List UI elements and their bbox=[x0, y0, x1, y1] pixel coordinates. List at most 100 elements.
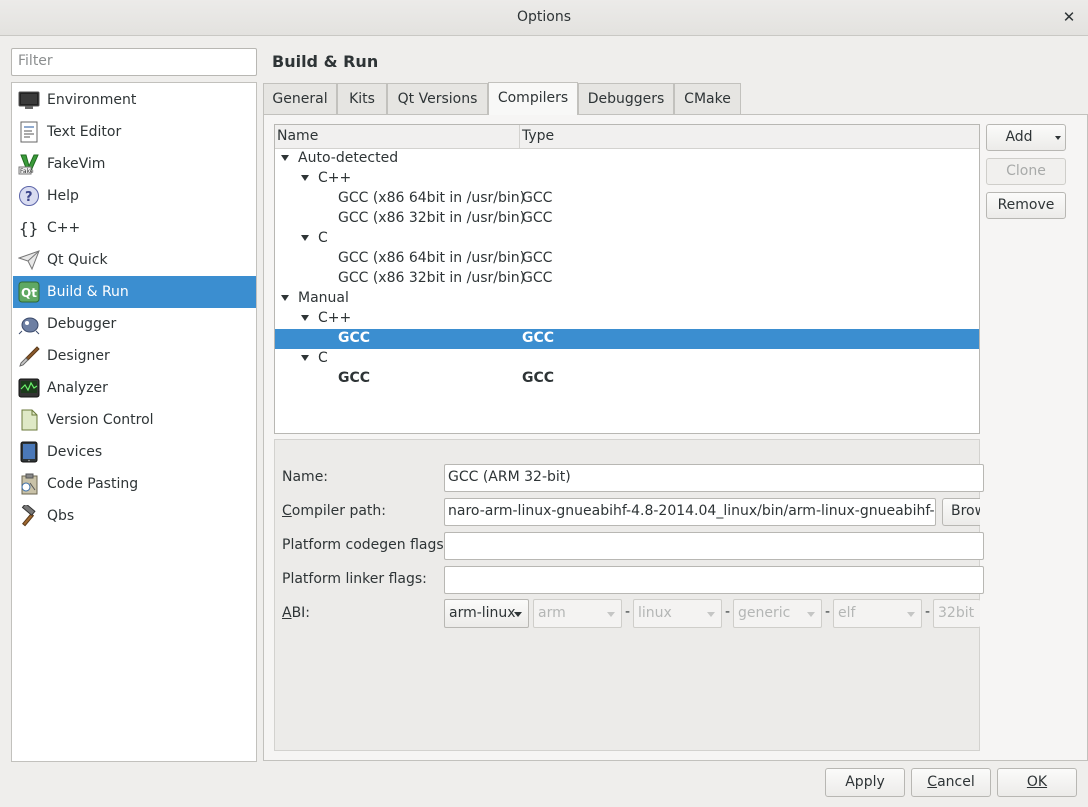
hammer-icon bbox=[18, 502, 40, 527]
sidebar-item-version-control[interactable]: Version Control bbox=[13, 404, 256, 436]
sidebar-item-analyzer[interactable]: Analyzer bbox=[13, 372, 256, 404]
tree-row[interactable]: GCC (x86 32bit in /usr/bin) GCC bbox=[275, 269, 979, 289]
clone-button[interactable]: Clone bbox=[986, 158, 1066, 185]
paper-plane-icon bbox=[17, 249, 40, 271]
tree-group-row[interactable]: C++ bbox=[275, 309, 979, 329]
tree-group-row[interactable]: C bbox=[275, 229, 979, 249]
tree-group-row[interactable]: Auto-detected bbox=[275, 149, 979, 169]
help-icon: ? bbox=[18, 185, 40, 207]
abi-separator: - bbox=[925, 604, 931, 620]
expand-arrow-icon[interactable] bbox=[301, 235, 309, 241]
sidebar-item-label: Help bbox=[47, 188, 79, 204]
abi-os-select[interactable]: linux bbox=[633, 599, 722, 628]
cancel-button[interactable]: Cancel bbox=[911, 768, 991, 797]
cancel-button-rest: ancel bbox=[937, 774, 975, 790]
sidebar-item-build-run[interactable]: Qt Build & Run bbox=[13, 276, 256, 308]
remove-button[interactable]: Remove bbox=[986, 192, 1066, 219]
category-list: Environment Text Editor Fake FakeVim? Help {}… bbox=[11, 82, 257, 762]
tree-row-type: GCC bbox=[522, 330, 555, 346]
abi-preset-select[interactable]: arm-linux bbox=[444, 599, 529, 628]
abi-label-text: BI: bbox=[291, 605, 311, 621]
chevron-down-icon bbox=[807, 612, 815, 617]
apply-button[interactable]: Apply bbox=[825, 768, 905, 797]
column-separator bbox=[519, 125, 520, 149]
sidebar-item-environment[interactable]: Environment bbox=[13, 84, 256, 116]
sidebar-item-designer[interactable]: Designer bbox=[13, 340, 256, 372]
oscilloscope-icon bbox=[18, 377, 40, 399]
sidebar-item-qt-quick[interactable]: Qt Quick bbox=[13, 244, 256, 276]
sidebar-item-debugger[interactable]: Debugger bbox=[13, 308, 256, 340]
sidebar-item-label: Qt Quick bbox=[47, 252, 108, 268]
tree-group-row[interactable]: C++ bbox=[275, 169, 979, 189]
abi-architecture-select[interactable]: arm bbox=[533, 599, 622, 628]
svg-text:Qt: Qt bbox=[21, 286, 37, 300]
abi-format-select[interactable]: elf bbox=[833, 599, 922, 628]
tab-cmake[interactable]: CMake bbox=[674, 83, 741, 114]
expand-arrow-icon[interactable] bbox=[301, 315, 309, 321]
compilers-tree[interactable]: Name Type Auto-detected C++ GCC (x86 64bit… bbox=[274, 124, 980, 434]
chevron-down-icon bbox=[514, 612, 522, 617]
brush-icon bbox=[18, 345, 40, 367]
column-header-type[interactable]: Type bbox=[522, 128, 554, 144]
ok-button[interactable]: OK bbox=[997, 768, 1077, 797]
tree-row-name: Manual bbox=[298, 290, 349, 306]
sidebar-item-label: Qbs bbox=[47, 508, 75, 524]
expand-arrow-icon[interactable] bbox=[301, 175, 309, 181]
abi-separator: - bbox=[725, 604, 731, 620]
column-header-name[interactable]: Name bbox=[277, 128, 318, 144]
sidebar-item-label: Build & Run bbox=[47, 284, 129, 300]
tree-row-type: GCC bbox=[522, 370, 555, 386]
sidebar-item-code-pasting[interactable]: Code Pasting bbox=[13, 468, 256, 500]
abi-format-value: elf bbox=[838, 605, 856, 621]
sidebar-item-label: Code Pasting bbox=[47, 476, 139, 492]
sidebar-item-label: Debugger bbox=[47, 316, 117, 332]
codegen-flags-field[interactable] bbox=[444, 532, 984, 560]
ok-button-label: OK bbox=[1026, 774, 1048, 790]
sidebar-item-label: Text Editor bbox=[47, 124, 122, 140]
compiler-path-field[interactable]: naro-arm-linux-gnueabihf-4.8-2014.04_lin… bbox=[444, 498, 936, 526]
sidebar-item-qbs[interactable]: Qbs bbox=[13, 500, 256, 532]
bug-icon bbox=[18, 313, 40, 335]
abi-os-value: linux bbox=[638, 605, 672, 621]
compiler-path-label-text: ompiler path: bbox=[291, 503, 387, 519]
tree-group-row[interactable]: Manual bbox=[275, 289, 979, 309]
tab-general[interactable]: General bbox=[263, 83, 337, 114]
sidebar-item-help[interactable]: ? Help bbox=[13, 180, 256, 212]
tree-row[interactable]: GCC GCC bbox=[275, 329, 979, 349]
tree-row[interactable]: GCC (x86 64bit in /usr/bin) GCC bbox=[275, 189, 979, 209]
tree-row[interactable]: GCC (x86 32bit in /usr/bin) GCC bbox=[275, 209, 979, 229]
tree-row[interactable]: GCC GCC bbox=[275, 369, 979, 389]
fakevim-icon: Fake bbox=[18, 153, 40, 175]
add-button[interactable]: Add bbox=[986, 124, 1066, 151]
expand-arrow-icon[interactable] bbox=[281, 155, 289, 161]
sidebar-item-devices[interactable]: Devices bbox=[13, 436, 256, 468]
tree-row-name: GCC bbox=[338, 370, 371, 386]
sidebar-item-label: Devices bbox=[47, 444, 103, 460]
tree-group-row[interactable]: C bbox=[275, 349, 979, 369]
abi-label: ABI: bbox=[282, 605, 310, 621]
close-icon[interactable]: ✕ bbox=[1060, 7, 1078, 27]
name-label: Name: bbox=[282, 469, 329, 485]
tab-compilers[interactable]: Compilers bbox=[488, 82, 578, 115]
sidebar-item-fakevim[interactable]: Fake FakeVim bbox=[13, 148, 256, 180]
compiler-path-label: Compiler path: bbox=[282, 503, 386, 519]
abi-width-select[interactable]: 32bit bbox=[933, 599, 980, 628]
sidebar-item-c[interactable]: {} C++ bbox=[13, 212, 256, 244]
abi-flavor-select[interactable]: generic bbox=[733, 599, 822, 628]
filter-input[interactable]: Filter bbox=[11, 48, 257, 76]
tab-kits[interactable]: Kits bbox=[337, 83, 387, 114]
abi-architecture-value: arm bbox=[538, 605, 566, 621]
expand-arrow-icon[interactable] bbox=[281, 295, 289, 301]
sidebar-item-text-editor[interactable]: Text Editor bbox=[13, 116, 256, 148]
tree-row-name: GCC (x86 32bit in /usr/bin) bbox=[338, 270, 526, 286]
tab-debuggers[interactable]: Debuggers bbox=[578, 83, 674, 114]
tree-row[interactable]: GCC (x86 64bit in /usr/bin) GCC bbox=[275, 249, 979, 269]
tree-row-name: GCC (x86 32bit in /usr/bin) bbox=[338, 210, 526, 226]
abi-separator: - bbox=[825, 604, 831, 620]
tab-qt-versions[interactable]: Qt Versions bbox=[387, 83, 488, 114]
browse-button[interactable]: Browse... bbox=[942, 498, 980, 526]
linker-flags-field[interactable] bbox=[444, 566, 984, 594]
sidebar-item-label: FakeVim bbox=[47, 156, 106, 172]
name-field[interactable]: GCC (ARM 32-bit) bbox=[444, 464, 984, 492]
expand-arrow-icon[interactable] bbox=[301, 355, 309, 361]
